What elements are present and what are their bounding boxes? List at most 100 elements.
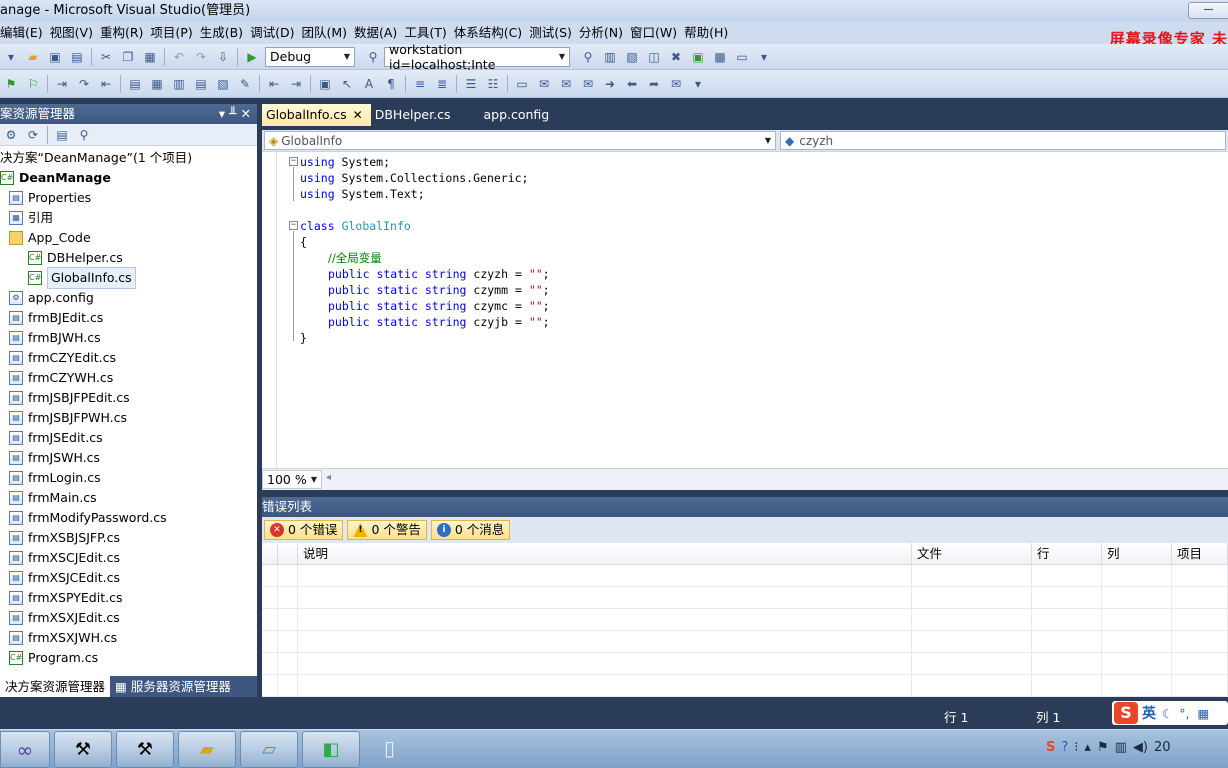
step-into-icon[interactable]: ⇥ — [52, 74, 72, 94]
filter-infos-button[interactable]: i0 个消息 — [430, 520, 511, 540]
list-members-icon[interactable]: ▦ — [147, 74, 167, 94]
tools-taskbar-icon[interactable]: ⚒ — [54, 731, 112, 768]
tab-server-explorer[interactable]: ▦ 服务器资源管理器 — [110, 676, 236, 697]
find-icon[interactable]: ⚲ — [578, 47, 598, 67]
tab-dbhelper-cs[interactable]: DBHelper.cs — [371, 104, 459, 126]
sogou-tray-icon[interactable]: S — [1046, 740, 1055, 755]
tab-solution-explorer[interactable]: 决方案资源管理器 — [0, 676, 111, 697]
extension-manager-icon[interactable]: ▩ — [710, 47, 730, 67]
type-select[interactable]: ◈ GlobalInfo ▼ — [264, 131, 776, 150]
filter-warnings-button[interactable]: ! 0 个警告 — [347, 520, 427, 540]
tree-item[interactable]: ▤ frmCZYEdit.cs — [0, 348, 257, 368]
solution-config-select[interactable]: Debug ▼ — [265, 46, 355, 67]
app-taskbar-icon[interactable]: ◧ — [302, 731, 360, 768]
tree-item[interactable]: ▤ frmXSCJEdit.cs — [0, 548, 257, 568]
tree-item[interactable]: ▤ frmXSXJEdit.cs — [0, 608, 257, 628]
dropdown-arrow-icon[interactable]: ▾ — [1, 47, 21, 67]
tree-item[interactable]: ⚙ app.config — [0, 288, 257, 308]
undo-icon[interactable]: ↶ — [169, 47, 189, 67]
tools-taskbar-icon-2[interactable]: ⚒ — [116, 731, 174, 768]
window-icon[interactable]: ▭ — [512, 74, 532, 94]
save-all-icon[interactable]: ▤ — [67, 47, 87, 67]
bookmark-next-icon[interactable]: ⚐ — [23, 74, 43, 94]
show-hidden-icons-icon[interactable]: ▴ — [1084, 740, 1091, 755]
tree-item[interactable]: ▤ frmXSPYEdit.cs — [0, 588, 257, 608]
view-class-diagram-icon[interactable]: ⚲ — [74, 125, 94, 145]
column-header[interactable]: 说明 — [298, 543, 912, 564]
volume-icon[interactable]: ◀) — [1133, 740, 1148, 755]
tree-item[interactable]: ▤ frmJSBJFPWH.cs — [0, 408, 257, 428]
tree-item[interactable]: ▤ frmXSBJSJFP.cs — [0, 528, 257, 548]
tree-item[interactable]: ▤ frmBJWH.cs — [0, 328, 257, 348]
comment-bubble-icon[interactable]: ✉ — [534, 74, 554, 94]
menu-item[interactable]: 帮助(H) — [684, 22, 735, 44]
tab-globalinfo-cs[interactable]: GlobalInfo.cs ✕ — [262, 104, 371, 126]
navigate-icon[interactable]: ⇩ — [213, 47, 233, 67]
indent-icon[interactable]: ⇥ — [286, 74, 306, 94]
paste-icon[interactable]: ▦ — [140, 47, 160, 67]
minimize-button[interactable]: — — [1188, 2, 1228, 19]
tree-item[interactable]: C# GlobalInfo.cs — [0, 267, 257, 289]
tree-item[interactable]: C# DBHelper.cs — [0, 248, 257, 268]
close-icon[interactable]: ✕ — [353, 108, 363, 122]
menu-item[interactable]: 视图(V) — [50, 22, 100, 44]
help-tray-icon[interactable]: ? — [1061, 740, 1068, 755]
menu-item[interactable]: 窗口(W) — [630, 22, 684, 44]
column-header[interactable]: 行 — [1032, 543, 1102, 564]
menu-item[interactable]: 重构(R) — [100, 22, 150, 44]
column-header[interactable]: 文件 — [912, 543, 1032, 564]
align-right-icon[interactable]: ≣ — [432, 74, 452, 94]
toolbar-overflow-icon[interactable]: ▾ — [688, 74, 708, 94]
explorer-taskbar-icon[interactable]: ▰ — [178, 731, 236, 768]
refresh-icon[interactable]: ⟳ — [23, 125, 43, 145]
menu-item[interactable]: 团队(M) — [301, 22, 354, 44]
text-icon[interactable]: A — [359, 74, 379, 94]
menu-item[interactable]: 调试(D) — [250, 22, 301, 44]
pointer-icon[interactable]: ↖ — [337, 74, 357, 94]
column-header[interactable]: 列 — [1102, 543, 1172, 564]
solution-explorer-icon[interactable]: ▥ — [600, 47, 620, 67]
taskbar-clock[interactable]: 20 — [1154, 740, 1171, 755]
share-icon[interactable]: ➦ — [644, 74, 664, 94]
tree-item[interactable]: ▤ frmJSEdit.cs — [0, 428, 257, 448]
cut-icon[interactable]: ✂ — [96, 47, 116, 67]
open-folder-icon[interactable]: ▰ — [23, 47, 43, 67]
connection-string-select[interactable]: workstation id=localhost;Inte ▼ — [384, 42, 570, 72]
redo-icon[interactable]: ↷ — [191, 47, 211, 67]
outdent-icon[interactable]: ⇤ — [264, 74, 284, 94]
properties-icon[interactable]: ⚙ — [1, 125, 21, 145]
scroll-left-icon[interactable]: ◂ — [326, 472, 331, 483]
toolbox-icon[interactable]: ✖ — [666, 47, 686, 67]
tree-item[interactable]: ▤ frmJSBJFPEdit.cs — [0, 388, 257, 408]
find-in-files-icon[interactable]: ⚲ — [363, 47, 383, 67]
complete-word-icon[interactable]: ▧ — [213, 74, 233, 94]
comment-icon[interactable]: ☰ — [461, 74, 481, 94]
solution-node[interactable]: 决方案“DeanManage”(1 个项目) — [0, 148, 257, 168]
menu-item[interactable]: 编辑(E) — [0, 22, 50, 44]
ime-toolbar[interactable]: S 英 ☾ °, ▦ — [1112, 701, 1228, 725]
code-editor[interactable]: − − using System; using System.Collectio… — [262, 152, 1228, 468]
format-icon[interactable]: ▤ — [125, 74, 145, 94]
project-node[interactable]: C# DeanManage — [0, 168, 257, 188]
network-icon[interactable]: ▥ — [1115, 740, 1127, 755]
back-icon[interactable]: ⬅ — [622, 74, 642, 94]
notes-taskbar-icon[interactable]: ▱ — [240, 731, 298, 768]
edit-icon[interactable]: ✎ — [235, 74, 255, 94]
tree-item[interactable]: ▤ frmXSJCEdit.cs — [0, 568, 257, 588]
command-window-icon[interactable]: ▭ — [732, 47, 752, 67]
parameter-info-icon[interactable]: ▥ — [169, 74, 189, 94]
tree-item[interactable]: ▤ frmMain.cs — [0, 488, 257, 508]
forward-icon[interactable]: ➜ — [600, 74, 620, 94]
menu-item[interactable]: 生成(B) — [200, 22, 250, 44]
uncomment-icon[interactable]: ☷ — [483, 74, 503, 94]
tree-item[interactable]: ▤ frmModifyPassword.cs — [0, 508, 257, 528]
action-center-icon[interactable]: ⚑ — [1097, 740, 1109, 755]
comment-next-icon[interactable]: ✉ — [578, 74, 598, 94]
tree-item[interactable]: ▤ frmXSXJWH.cs — [0, 628, 257, 648]
quick-info-icon[interactable]: ▤ — [191, 74, 211, 94]
view-code-icon[interactable]: ▤ — [52, 125, 72, 145]
copy-icon[interactable]: ❐ — [118, 47, 138, 67]
object-browser-icon[interactable]: ◫ — [644, 47, 664, 67]
collapse-icon[interactable]: − — [289, 221, 298, 230]
menu-item[interactable]: 项目(P) — [150, 22, 199, 44]
